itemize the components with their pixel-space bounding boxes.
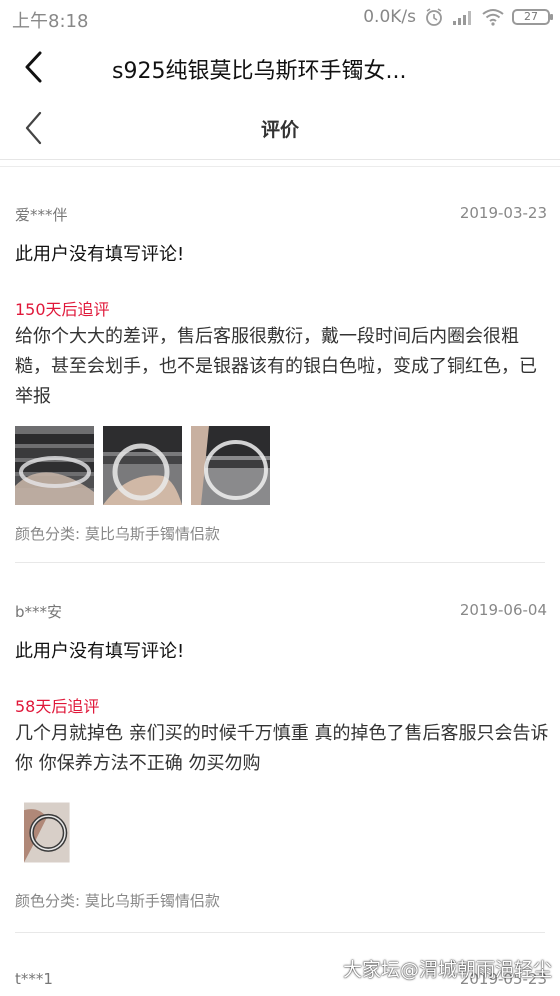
review-photo[interactable] [15, 426, 94, 505]
review-separator [15, 932, 545, 933]
review-date: 2019-06-04 [459, 601, 547, 619]
review-meta: b***安 2019-06-04 [15, 597, 547, 625]
followup-label: 58天后追评 [15, 697, 100, 716]
back-arrow-icon[interactable] [20, 50, 50, 84]
divider [0, 166, 560, 167]
status-icons: 0.0K/s 27 [363, 7, 553, 27]
review-username: 爱***伴 [15, 206, 68, 224]
review-comment: 此用户没有填写评论! [15, 244, 185, 265]
review-username: b***安 [15, 603, 63, 621]
review-meta: 爱***伴 2019-03-23 [15, 200, 547, 228]
review-comment: 此用户没有填写评论! [15, 641, 185, 662]
review-photo[interactable] [103, 426, 182, 505]
review-date: 2019-03-23 [459, 204, 547, 222]
followup-label: 150天后追评 [15, 300, 110, 319]
review-photo[interactable] [24, 793, 84, 872]
wifi-icon [482, 9, 504, 26]
review-photos [15, 793, 547, 872]
review-spec: 颜色分类: 莫比乌斯手镯情侣款 [15, 892, 220, 910]
review-item: b***安 2019-06-04 此用户没有填写评论! 58天后追评 几个月就掉… [15, 597, 549, 911]
page-title: 评价 [260, 119, 299, 141]
alarm-icon [426, 8, 442, 26]
watermark: 大家坛@渭城朝雨浥轻尘 [342, 959, 552, 981]
followup-text: 给你个大大的差评，售后客服很敷衍，戴一段时间后内圈会很粗糙，甚至会划手，也不是银… [15, 326, 537, 407]
status-time: 上午8:18 [12, 11, 89, 32]
review-photos [15, 426, 547, 505]
review-separator [15, 562, 545, 563]
review-spec: 颜色分类: 莫比乌斯手镯情侣款 [15, 525, 220, 543]
page-header: 评价 [0, 98, 560, 160]
product-title: s925纯银莫比乌斯环手镯女... [112, 59, 407, 84]
battery-icon: 27 [512, 9, 553, 25]
review-photo[interactable] [191, 426, 270, 505]
app-title-bar: s925纯银莫比乌斯环手镯女... [0, 36, 560, 98]
status-bar: 上午8:18 0.0K/s 27 [0, 0, 560, 36]
review-item: 爱***伴 2019-03-23 此用户没有填写评论! 150天后追评 给你个大… [15, 200, 547, 544]
network-speed: 0.0K/s [363, 7, 416, 27]
review-username: t***1 [15, 970, 53, 988]
signal-icon [453, 11, 471, 25]
followup-text: 几个月就掉色 亲们买的时候千万慎重 真的掉色了售后客服只会告诉你 你保养方法不正… [15, 723, 549, 774]
